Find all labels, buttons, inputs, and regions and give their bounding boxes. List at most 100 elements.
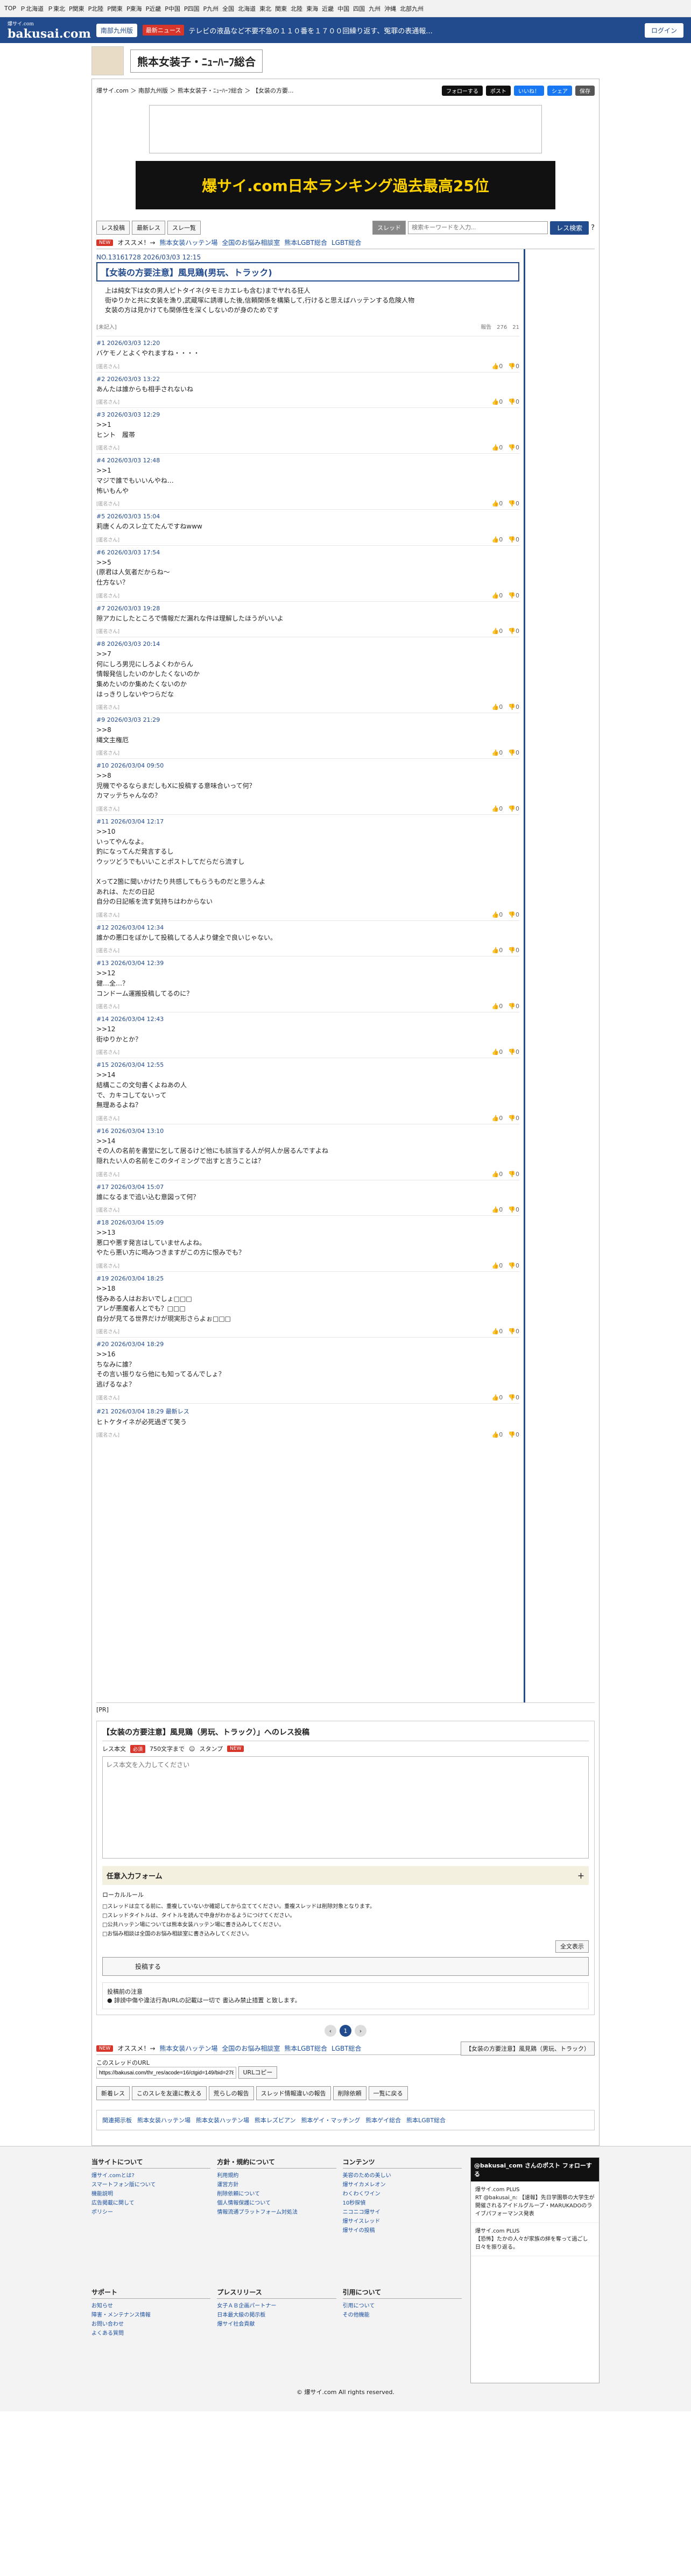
thumbs-down-icon[interactable]: 👎0 xyxy=(508,749,519,756)
top-nav-link[interactable]: 東北 xyxy=(259,4,271,13)
thumbs-up-icon[interactable]: 👍0 xyxy=(492,1206,503,1213)
recommend-link[interactable]: 熊本LGBT総合 xyxy=(284,2044,327,2053)
footer-link[interactable]: 爆サイ社会貢献 xyxy=(217,2320,336,2329)
board-title[interactable]: 熊本女装子・ﾆｭｰﾊｰﾌ総合 xyxy=(130,49,263,73)
recommend-link[interactable]: 熊本LGBT総合 xyxy=(284,238,327,247)
top-nav-link[interactable]: P関東 xyxy=(107,4,123,13)
footer-link[interactable]: 女子ＡＢ企画パートナー xyxy=(217,2301,336,2311)
thumbs-down-icon[interactable]: 👎0 xyxy=(508,536,519,543)
recommend-link[interactable]: 全国のお悩み相談室 xyxy=(222,2044,280,2053)
action-button[interactable]: 削除依頼 xyxy=(333,2086,366,2100)
search-input[interactable] xyxy=(408,221,548,234)
thumbs-down-icon[interactable]: 👎0 xyxy=(508,1431,519,1438)
action-button[interactable]: 一覧に戻る xyxy=(368,2086,408,2100)
footer-link[interactable]: わくわくワイン xyxy=(343,2190,462,2199)
thumbs-down-icon[interactable]: 👎0 xyxy=(508,1171,519,1178)
thumbs-down-icon[interactable]: 👎0 xyxy=(508,444,519,451)
top-nav-link[interactable]: 近畿 xyxy=(322,4,334,13)
thumbs-up-icon[interactable]: 👍0 xyxy=(492,1115,503,1122)
news-ticker[interactable]: 最新ニュース テレビの液晶など不要不急の１１０番を１７００回繰り返す、冤罪の表通報… xyxy=(142,25,639,36)
top-nav-link[interactable]: 北海道 xyxy=(238,4,256,13)
fb-share-button[interactable]: シェア xyxy=(547,85,572,96)
top-nav-link[interactable]: Ｐ東北 xyxy=(47,4,65,13)
footer-link[interactable]: 10秒探偵 xyxy=(343,2199,462,2208)
top-nav-link[interactable]: 関東 xyxy=(275,4,287,13)
top-nav-link[interactable]: P九州 xyxy=(203,4,219,13)
next-page-button[interactable]: › xyxy=(355,2025,366,2037)
save-button[interactable]: 保存 xyxy=(575,85,595,96)
footer-link[interactable]: 爆サイスレッド xyxy=(343,2217,462,2226)
footer-link[interactable]: 爆サイの投稿 xyxy=(343,2226,462,2235)
login-button[interactable]: ログイン xyxy=(644,23,683,38)
footer-link[interactable]: お問い合わせ xyxy=(91,2320,210,2329)
top-nav-link[interactable]: P中国 xyxy=(165,4,180,13)
thumbs-up-icon[interactable]: 👍0 xyxy=(492,536,503,543)
ad-banner-ranking[interactable]: 爆サイ.com日本ランキング過去最高25位 xyxy=(136,161,555,209)
fulltext-button[interactable]: 全文表示 xyxy=(555,1940,589,1953)
top-nav-link[interactable]: 北陸 xyxy=(291,4,302,13)
recommend-link[interactable]: 全国のお悩み相談室 xyxy=(222,238,280,247)
footer-link[interactable]: 個人情報保護について xyxy=(217,2199,336,2208)
footer-link[interactable]: 美容のための美しい xyxy=(343,2171,462,2180)
top-nav-link[interactable]: 四国 xyxy=(353,4,365,13)
top-nav-link[interactable]: Ｐ北海道 xyxy=(20,4,44,13)
recommend-link[interactable]: LGBT総合 xyxy=(332,238,362,247)
thumbs-up-icon[interactable]: 👍0 xyxy=(492,749,503,756)
latest-res-button[interactable]: 最新レス xyxy=(132,221,165,235)
thumbs-up-icon[interactable]: 👍0 xyxy=(492,947,503,954)
optional-form-toggle[interactable]: 任意入力フォーム ＋ xyxy=(102,1866,589,1885)
thumbs-down-icon[interactable]: 👎0 xyxy=(508,1115,519,1122)
thumbs-down-icon[interactable]: 👎0 xyxy=(508,1206,519,1213)
related-link[interactable]: 熊本女装ハッテン場 xyxy=(196,2116,249,2124)
footer-link[interactable]: 機能説明 xyxy=(91,2190,210,2199)
top-nav-link[interactable]: 中国 xyxy=(337,4,349,13)
thumbs-down-icon[interactable]: 👎0 xyxy=(508,911,519,918)
thumbs-down-icon[interactable]: 👎0 xyxy=(508,500,519,507)
recommend-link[interactable]: 熊本女装ハッテン場 xyxy=(159,238,217,247)
top-nav-link[interactable]: 九州 xyxy=(369,4,380,13)
recommend-link[interactable]: LGBT総合 xyxy=(332,2044,362,2053)
footer-link[interactable]: 爆サイカメレオン xyxy=(343,2180,462,2190)
action-button[interactable]: スレッド情報違いの報告 xyxy=(256,2086,331,2100)
related-link[interactable]: 熊本LGBT総合 xyxy=(406,2116,446,2124)
url-input[interactable] xyxy=(96,2067,236,2079)
thread-list-button[interactable]: スレ一覧 xyxy=(167,221,201,235)
thumbs-down-icon[interactable]: 👎0 xyxy=(508,1048,519,1055)
footer-link[interactable]: ニコニコ爆サイ xyxy=(343,2208,462,2217)
top-nav-link[interactable]: P近畿 xyxy=(146,4,161,13)
top-nav-link[interactable]: P四国 xyxy=(184,4,200,13)
op-stats[interactable]: 報告 276 21 xyxy=(481,322,519,330)
thumbs-down-icon[interactable]: 👎0 xyxy=(508,398,519,405)
thumbs-up-icon[interactable]: 👍0 xyxy=(492,444,503,451)
thumbs-up-icon[interactable]: 👍0 xyxy=(492,1394,503,1401)
thumbs-down-icon[interactable]: 👎0 xyxy=(508,1262,519,1269)
stamp-label[interactable]: スタンプ xyxy=(199,1744,223,1753)
top-nav-link[interactable]: P北陸 xyxy=(88,4,104,13)
footer-link[interactable]: 運営方針 xyxy=(217,2180,336,2190)
action-button[interactable]: 新着レス xyxy=(96,2086,130,2100)
footer-link[interactable]: 情報流通プラットフォーム対処法 xyxy=(217,2208,336,2217)
footer-link[interactable]: 削除依頼について xyxy=(217,2190,336,2199)
top-nav-link[interactable]: P東海 xyxy=(126,4,142,13)
recommend-link[interactable]: 熊本女装ハッテン場 xyxy=(159,2044,217,2053)
thumbs-up-icon[interactable]: 👍0 xyxy=(492,500,503,507)
thumbs-up-icon[interactable]: 👍0 xyxy=(492,1262,503,1269)
prev-page-button[interactable]: ‹ xyxy=(325,2025,336,2037)
top-nav-link[interactable]: 北部九州 xyxy=(400,4,424,13)
footer-link[interactable]: スマートフォン版について xyxy=(91,2180,210,2190)
thumbs-down-icon[interactable]: 👎0 xyxy=(508,703,519,710)
related-link[interactable]: 熊本女装ハッテン場 xyxy=(137,2116,191,2124)
top-nav-link[interactable]: 沖縄 xyxy=(384,4,396,13)
related-link[interactable]: 熊本レズビアン xyxy=(255,2116,296,2124)
related-link[interactable]: 熊本ゲイ総合 xyxy=(365,2116,401,2124)
thumbs-down-icon[interactable]: 👎0 xyxy=(508,1003,519,1010)
footer-link[interactable]: 障害・メンテナンス情報 xyxy=(91,2311,210,2320)
footer-link[interactable]: よくある質問 xyxy=(91,2329,210,2338)
thumbs-down-icon[interactable]: 👎0 xyxy=(508,1328,519,1335)
thumbs-up-icon[interactable]: 👍0 xyxy=(492,628,503,635)
action-button[interactable]: このスレを友達に教える xyxy=(132,2086,207,2100)
thumbs-down-icon[interactable]: 👎0 xyxy=(508,628,519,635)
footer-link[interactable]: 広告掲載に関して xyxy=(91,2199,210,2208)
top-nav-link[interactable]: TOP xyxy=(4,5,16,12)
top-nav-link[interactable]: 東海 xyxy=(306,4,318,13)
